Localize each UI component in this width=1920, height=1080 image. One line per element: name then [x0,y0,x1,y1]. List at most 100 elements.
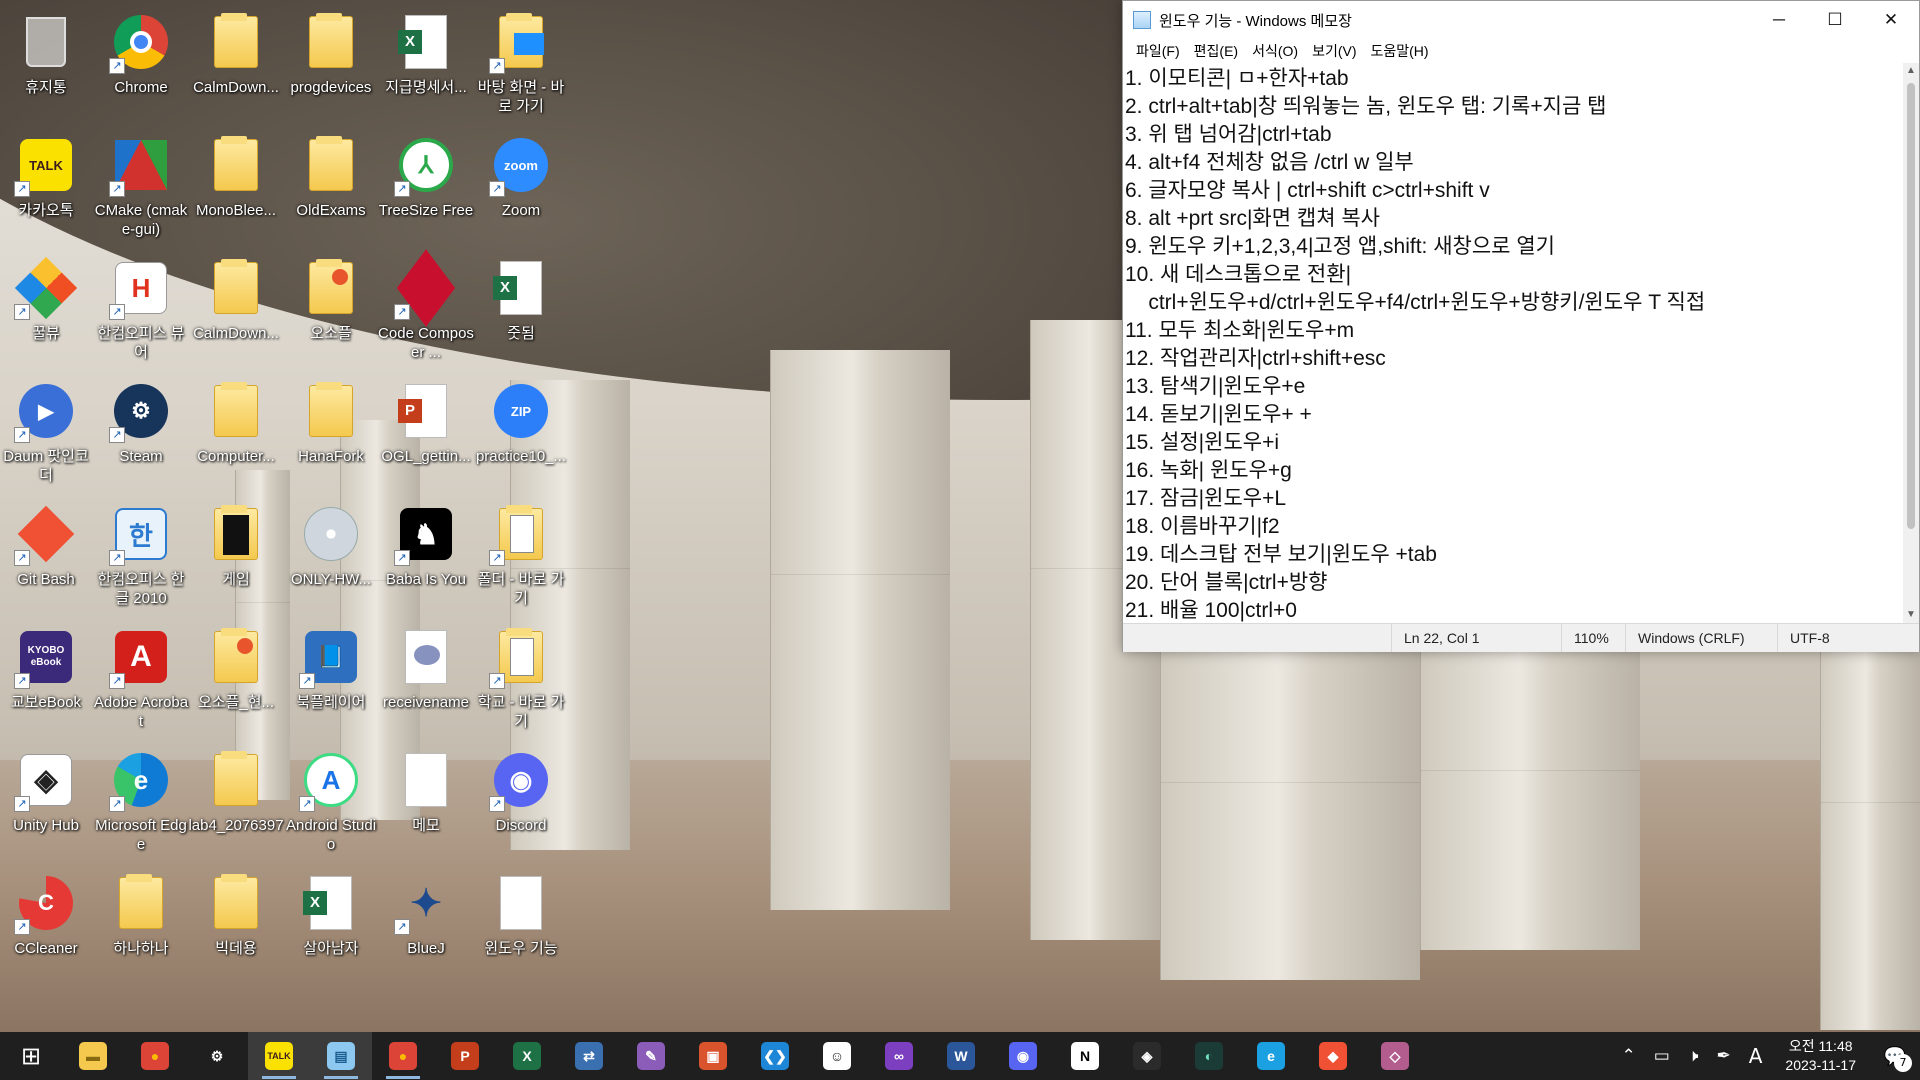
menu-edit[interactable]: 편집(E) [1187,41,1245,61]
desktop-icon[interactable]: ⅄ ↗ TreeSize Free [379,127,473,245]
desktop-icon-label: 폴더 - 바로 가기 [477,571,565,607]
scroll-up-arrow-icon[interactable]: ▲ [1903,63,1919,79]
notification-center-button[interactable]: 💬 7 [1870,1032,1920,1080]
taskbar-file-explorer[interactable]: ▬ [62,1032,124,1080]
desktop-icon[interactable]: CalmDown... [190,250,282,368]
taskbar-network-tool[interactable]: ⇄ [558,1032,620,1080]
desktop-icon[interactable]: 윈도우 기능 [475,865,567,983]
desktop-icon[interactable]: ◈ ↗ Unity Hub [0,742,92,860]
taskbar-notepad[interactable]: ▤ [310,1032,372,1080]
menu-view[interactable]: 보기(V) [1305,41,1363,61]
taskbar-paint[interactable]: ✎ [620,1032,682,1080]
desktop-icon[interactable]: X 줏됨 [475,250,567,368]
desktop-icon[interactable]: 하나하나 [95,865,187,983]
desktop-icon[interactable]: P OGL_gettin... [380,373,472,491]
menu-help[interactable]: 도움말(H) [1364,41,1436,61]
desktop-icon[interactable]: 게임 [190,496,282,614]
desktop-icon[interactable]: OldExams [285,127,377,245]
desktop-icon[interactable]: zoom ↗ Zoom [475,127,567,245]
pen-icon[interactable]: ✒ [1707,1046,1739,1066]
desktop-icon[interactable]: ↗ 학교 - 바로 가기 [475,619,567,737]
desktop-icon[interactable]: CalmDown... [190,4,282,122]
desktop-icon[interactable]: X 살아남자 [285,865,377,983]
taskbar-unity[interactable]: ◈ [1116,1032,1178,1080]
desktop-icon[interactable]: 📘 ↗ 북플레이어 [285,619,377,737]
scrollbar-thumb[interactable] [1907,83,1915,529]
desktop-icon[interactable]: KYOBO eBook ↗ 교보eBook [0,619,92,737]
desktop-icon[interactable]: ♞ ↗ Baba Is You [380,496,472,614]
battery-icon[interactable]: ▭ [1645,1046,1679,1066]
desktop-icon[interactable]: 메모 [380,742,472,860]
taskbar-visual-studio[interactable]: ∞ [868,1032,930,1080]
notepad-window[interactable]: 윈도우 기능 - Windows 메모장 ─ ☐ ✕ 파일(F) 편집(E) 서… [1122,0,1920,652]
desktop-icon[interactable]: ▶ ↗ Daum 팟인코더 [0,373,92,491]
system-tray: ⌃ ▭ 🕨 ✒ A 오전 11:48 2023-11-17 💬 7 [1612,1032,1920,1080]
desktop-icon[interactable]: ZIP practice10_... [475,373,567,491]
desktop-icon[interactable]: ↗ 폴더 - 바로 가기 [475,496,567,614]
taskbar-photos[interactable]: ▣ [682,1032,744,1080]
taskbar-vscode[interactable]: ❮❯ [744,1032,806,1080]
minimize-button[interactable]: ─ [1751,1,1807,39]
desktop-icon[interactable]: C ↗ CCleaner [0,865,92,983]
menu-file[interactable]: 파일(F) [1129,41,1187,61]
taskbar-word[interactable]: W [930,1032,992,1080]
desktop-icon[interactable]: X 지급명세서... [380,4,472,122]
notepad-titlebar[interactable]: 윈도우 기능 - Windows 메모장 ─ ☐ ✕ [1123,1,1919,39]
taskbar-kakaotalk[interactable]: TALK [248,1032,310,1080]
desktop-icon[interactable]: 휴지통 [0,4,92,122]
taskbar-app-green[interactable]: ◐ [1178,1032,1240,1080]
desktop-icon[interactable]: ↗ CMake (cmake-gui) [95,127,187,245]
menu-format[interactable]: 서식(O) [1245,41,1305,61]
desktop-icon[interactable]: 오소플 [285,250,377,368]
maximize-button[interactable]: ☐ [1807,1,1863,39]
taskbar-chat-app[interactable]: ☺ [806,1032,868,1080]
desktop-icon[interactable]: TALK ↗ 카카오톡 [0,127,92,245]
taskbar-notion[interactable]: N [1054,1032,1116,1080]
desktop-icon[interactable]: A ↗ Adobe Acrobat [94,619,188,737]
taskbar-excel[interactable]: X [496,1032,558,1080]
desktop-icon[interactable]: ↗ 꿀뷰 [0,250,92,368]
shortcut-arrow-icon: ↗ [489,58,505,74]
desktop-icon[interactable]: ↗ Git Bash [0,496,92,614]
window-title: 윈도우 기능 - Windows 메모장 [1159,12,1352,30]
vertical-scrollbar[interactable]: ▲ ▼ [1903,63,1919,623]
input-method-indicator[interactable]: A [1740,1044,1772,1068]
taskbar-chrome[interactable]: ● [124,1032,186,1080]
desktop-icon-grid: 휴지통 ↗ Chrome CalmDown... progdevices X 지급명세서..… [0,0,1130,1032]
taskbar-start-button[interactable]: ⊞ [0,1032,62,1080]
tray-overflow-chevron-icon[interactable]: ⌃ [1612,1046,1644,1066]
desktop-icon[interactable]: ✦ ↗ BlueJ [380,865,472,983]
taskbar-chrome-2[interactable]: ● [372,1032,434,1080]
clock[interactable]: 오전 11:48 2023-11-17 [1771,1037,1870,1075]
desktop-icon[interactable]: e ↗ Microsoft Edge [95,742,187,860]
taskbar-edge[interactable]: e [1240,1032,1302,1080]
taskbar-discord[interactable]: ◉ [992,1032,1054,1080]
taskbar-settings[interactable]: ⚙ [186,1032,248,1080]
desktop-icon[interactable]: ⚙ ↗ Steam [95,373,187,491]
desktop-icon[interactable]: lab4_2076397 [188,742,284,860]
taskbar-app-stack[interactable]: ◇ [1364,1032,1426,1080]
desktop-icon[interactable]: ↗ 바탕 화면 - 바로 가기 [475,4,567,122]
desktop-icon[interactable]: 빅데용 [190,865,282,983]
desktop-icon[interactable]: receivename [380,619,472,737]
desktop-icon[interactable]: MonoBlee... [190,127,282,245]
desktop-icon[interactable]: ONLY-HW... [285,496,377,614]
desktop-icon[interactable]: H ↗ 한컴오피스 뷰어 [95,250,187,368]
volume-muted-icon[interactable]: 🕨 [1679,1046,1708,1066]
scroll-down-arrow-icon[interactable]: ▼ [1903,607,1919,623]
desktop-icon[interactable]: progdevices [285,4,377,122]
unity-icon: ◈ [1133,1042,1161,1070]
desktop-icon[interactable]: 한 ↗ 한컴오피스 한글 2010 [95,496,187,614]
desktop-icon[interactable]: 오소플_현... [190,619,282,737]
desktop-icon[interactable]: A ↗ Android Studio [285,742,377,860]
notepad-menubar: 파일(F) 편집(E) 서식(O) 보기(V) 도움말(H) [1123,39,1919,63]
desktop-icon[interactable]: HanaFork [285,373,377,491]
desktop-icon[interactable]: ↗ Chrome [95,4,187,122]
taskbar-git[interactable]: ◆ [1302,1032,1364,1080]
close-button[interactable]: ✕ [1863,1,1919,39]
desktop-icon[interactable]: ◉ ↗ Discord [475,742,567,860]
taskbar-powerpoint[interactable]: P [434,1032,496,1080]
desktop-icon[interactable]: ↗ Code Composer ... [378,249,474,368]
desktop-icon[interactable]: Computer... [190,373,282,491]
text-editor-area[interactable]: 1. 이모티콘| ㅁ+한자+tab 2. ctrl+alt+tab|창 띄워놓는 … [1123,63,1905,623]
